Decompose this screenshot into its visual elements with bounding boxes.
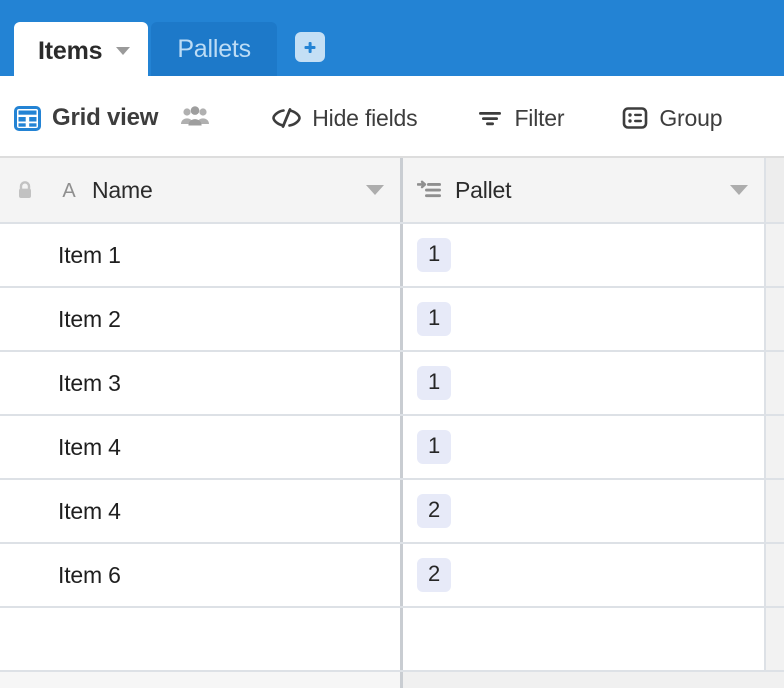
cell-name[interactable]: Item 1 bbox=[0, 224, 403, 286]
group-label: Group bbox=[659, 104, 723, 131]
grid-header-row: A Name Pallet bbox=[0, 158, 784, 224]
row-filler bbox=[766, 224, 784, 286]
cell-name[interactable]: Item 3 bbox=[0, 352, 403, 414]
cell-name-text: Item 1 bbox=[58, 241, 121, 268]
linked-record-chip[interactable]: 1 bbox=[417, 366, 452, 400]
hide-fields-label: Hide fields bbox=[312, 104, 418, 131]
svg-text:A: A bbox=[62, 180, 76, 201]
cell-name-text: Item 4 bbox=[58, 433, 121, 460]
table-row[interactable]: Item 3 1 bbox=[0, 352, 784, 416]
table-tab-bar: Items Pallets bbox=[0, 0, 784, 80]
column-header-pallet[interactable]: Pallet bbox=[403, 158, 766, 222]
text-field-icon: A bbox=[58, 179, 80, 201]
linked-record-chip[interactable]: 2 bbox=[417, 494, 452, 528]
row-filler bbox=[766, 288, 784, 350]
row-filler bbox=[766, 352, 784, 414]
cell-name-text: Item 4 bbox=[58, 497, 121, 524]
row-filler bbox=[766, 608, 784, 670]
table-row[interactable]: Item 4 1 bbox=[0, 416, 784, 480]
collaborators-button[interactable] bbox=[180, 105, 210, 132]
cell-name[interactable]: Item 4 bbox=[0, 480, 403, 542]
row-filler bbox=[766, 544, 784, 606]
table-row[interactable]: Item 2 1 bbox=[0, 288, 784, 352]
lock-icon bbox=[14, 180, 36, 200]
linked-record-chip[interactable]: 1 bbox=[417, 238, 452, 272]
records-grid: A Name Pallet Item 1 1 Item 2 1 Item 3 1… bbox=[0, 158, 784, 688]
chevron-down-icon[interactable] bbox=[730, 185, 748, 195]
cell-pallet[interactable]: 1 bbox=[403, 352, 766, 414]
cell-pallet[interactable]: 1 bbox=[403, 224, 766, 286]
table-row[interactable]: Item 4 2 bbox=[0, 480, 784, 544]
cell-name-empty[interactable] bbox=[0, 608, 403, 670]
table-row[interactable]: Item 1 1 bbox=[0, 224, 784, 288]
people-icon bbox=[180, 105, 210, 132]
cell-name[interactable]: Item 4 bbox=[0, 416, 403, 478]
group-button[interactable]: Group bbox=[622, 105, 722, 132]
grid-footer-filler bbox=[403, 672, 784, 688]
chevron-down-icon[interactable] bbox=[366, 185, 384, 195]
linked-record-icon bbox=[417, 179, 443, 201]
chevron-down-icon[interactable] bbox=[116, 47, 131, 55]
column-header-name-label: Name bbox=[92, 176, 153, 203]
hide-fields-icon bbox=[272, 107, 302, 129]
cell-name-text: Item 6 bbox=[58, 561, 121, 588]
table-row[interactable]: Item 6 2 bbox=[0, 544, 784, 608]
filter-label: Filter bbox=[514, 104, 565, 131]
plus-square-icon bbox=[299, 36, 321, 58]
cell-pallet-empty[interactable] bbox=[403, 608, 766, 670]
row-filler bbox=[766, 416, 784, 478]
grid-footer-name-col bbox=[0, 672, 403, 688]
filter-button[interactable]: Filter bbox=[477, 104, 565, 132]
cell-pallet[interactable]: 2 bbox=[403, 480, 766, 542]
filter-icon bbox=[477, 107, 503, 129]
cell-name-text: Item 3 bbox=[58, 369, 121, 396]
tab-pallets-label: Pallets bbox=[177, 34, 251, 63]
row-filler bbox=[766, 480, 784, 542]
tab-items-label: Items bbox=[38, 36, 103, 65]
tab-items[interactable]: Items bbox=[14, 22, 149, 80]
tab-pallets[interactable]: Pallets bbox=[151, 22, 277, 76]
linked-record-chip[interactable]: 1 bbox=[417, 430, 452, 464]
add-table-button[interactable] bbox=[294, 32, 325, 62]
grid-header-filler bbox=[766, 158, 784, 222]
linked-record-chip[interactable]: 1 bbox=[417, 302, 452, 336]
group-icon bbox=[622, 105, 648, 131]
cell-name[interactable]: Item 6 bbox=[0, 544, 403, 606]
view-toolbar: Grid view Hide fields Filter Group bbox=[0, 80, 784, 158]
cell-name[interactable]: Item 2 bbox=[0, 288, 403, 350]
grid-view-button[interactable]: Grid view bbox=[14, 104, 158, 132]
column-header-name[interactable]: A Name bbox=[0, 158, 403, 222]
cell-name-text: Item 2 bbox=[58, 305, 121, 332]
grid-view-icon bbox=[14, 105, 41, 132]
linked-record-chip[interactable]: 2 bbox=[417, 558, 452, 592]
grid-footer-strip bbox=[0, 672, 784, 688]
cell-pallet[interactable]: 1 bbox=[403, 288, 766, 350]
cell-pallet[interactable]: 2 bbox=[403, 544, 766, 606]
column-header-pallet-label: Pallet bbox=[455, 176, 512, 203]
cell-pallet[interactable]: 1 bbox=[403, 416, 766, 478]
grid-view-label: Grid view bbox=[52, 104, 159, 131]
hide-fields-button[interactable]: Hide fields bbox=[272, 104, 418, 132]
add-record-row[interactable] bbox=[0, 608, 784, 672]
